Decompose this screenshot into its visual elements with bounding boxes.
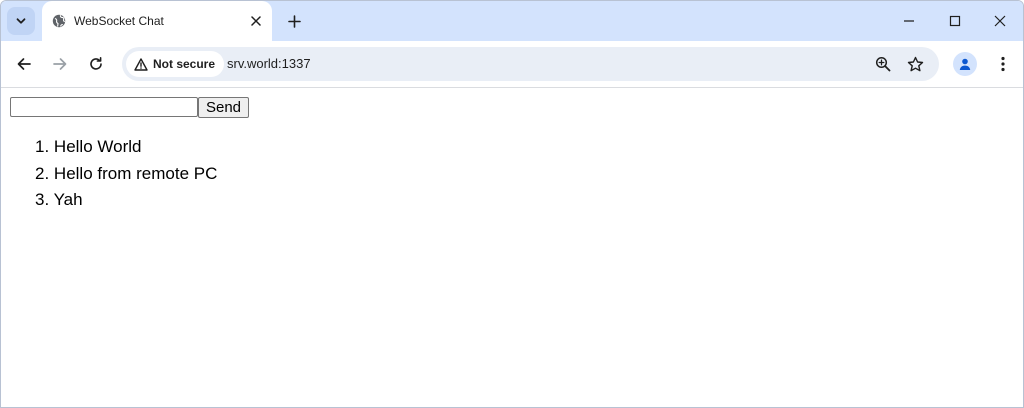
tab-title: WebSocket Chat (74, 14, 164, 28)
security-label: Not secure (153, 57, 216, 71)
back-button[interactable] (10, 50, 38, 78)
browser-toolbar: Not secure srv.world:1337 (1, 41, 1023, 88)
arrow-left-icon (17, 58, 31, 70)
reload-icon (90, 57, 102, 70)
tab-search-button[interactable] (7, 7, 35, 35)
profile-button[interactable] (953, 52, 977, 76)
new-tab-button[interactable] (282, 9, 306, 33)
close-icon (251, 16, 261, 26)
item-number: 2. (35, 163, 50, 183)
message-input[interactable] (10, 97, 198, 117)
browser-window: WebSocket Chat Not secure srv.world:1337… (0, 0, 1024, 408)
maximize-icon (949, 15, 961, 27)
browser-menu-button[interactable] (991, 52, 1015, 76)
plus-icon (287, 14, 301, 28)
send-button[interactable]: Send (198, 97, 249, 118)
tab-websocket-chat[interactable]: WebSocket Chat (42, 1, 272, 41)
message-list: 1. Hello World 2. Hello from remote PC 3… (35, 134, 217, 214)
message-text: Hello World (53, 137, 142, 156)
url-text[interactable]: srv.world:1337 (227, 56, 311, 71)
maximize-button[interactable] (932, 1, 978, 41)
zoom-in-icon (875, 56, 891, 72)
page-content: Send 1. Hello World 2. Hello from remote… (1, 88, 1023, 407)
zoom-button[interactable] (873, 54, 893, 74)
warning-icon (134, 57, 148, 71)
avatar-icon (959, 58, 971, 70)
tab-strip: WebSocket Chat (1, 1, 1023, 41)
tab-close-button[interactable] (246, 11, 266, 31)
bookmark-button[interactable] (905, 54, 925, 74)
forward-button[interactable] (46, 50, 74, 78)
chevron-down-icon (16, 18, 26, 24)
list-item: 2. Hello from remote PC (35, 161, 217, 188)
close-icon (994, 15, 1006, 27)
window-close-button[interactable] (977, 1, 1023, 41)
item-number: 1. (35, 137, 50, 156)
globe-icon (52, 14, 66, 28)
minimize-icon (904, 20, 914, 22)
message-text: Hello from remote PC (53, 163, 218, 183)
message-text: Yah (53, 190, 83, 209)
reload-button[interactable] (82, 50, 110, 78)
address-bar[interactable]: Not secure srv.world:1337 (122, 47, 939, 81)
more-vert-icon (1001, 56, 1005, 72)
security-chip[interactable]: Not secure (126, 51, 225, 77)
minimize-button[interactable] (886, 1, 932, 41)
arrow-right-icon (53, 58, 67, 70)
star-icon (907, 56, 923, 71)
list-item: 3. Yah (35, 187, 217, 214)
list-item: 1. Hello World (35, 134, 217, 161)
item-number: 3. (35, 190, 50, 209)
